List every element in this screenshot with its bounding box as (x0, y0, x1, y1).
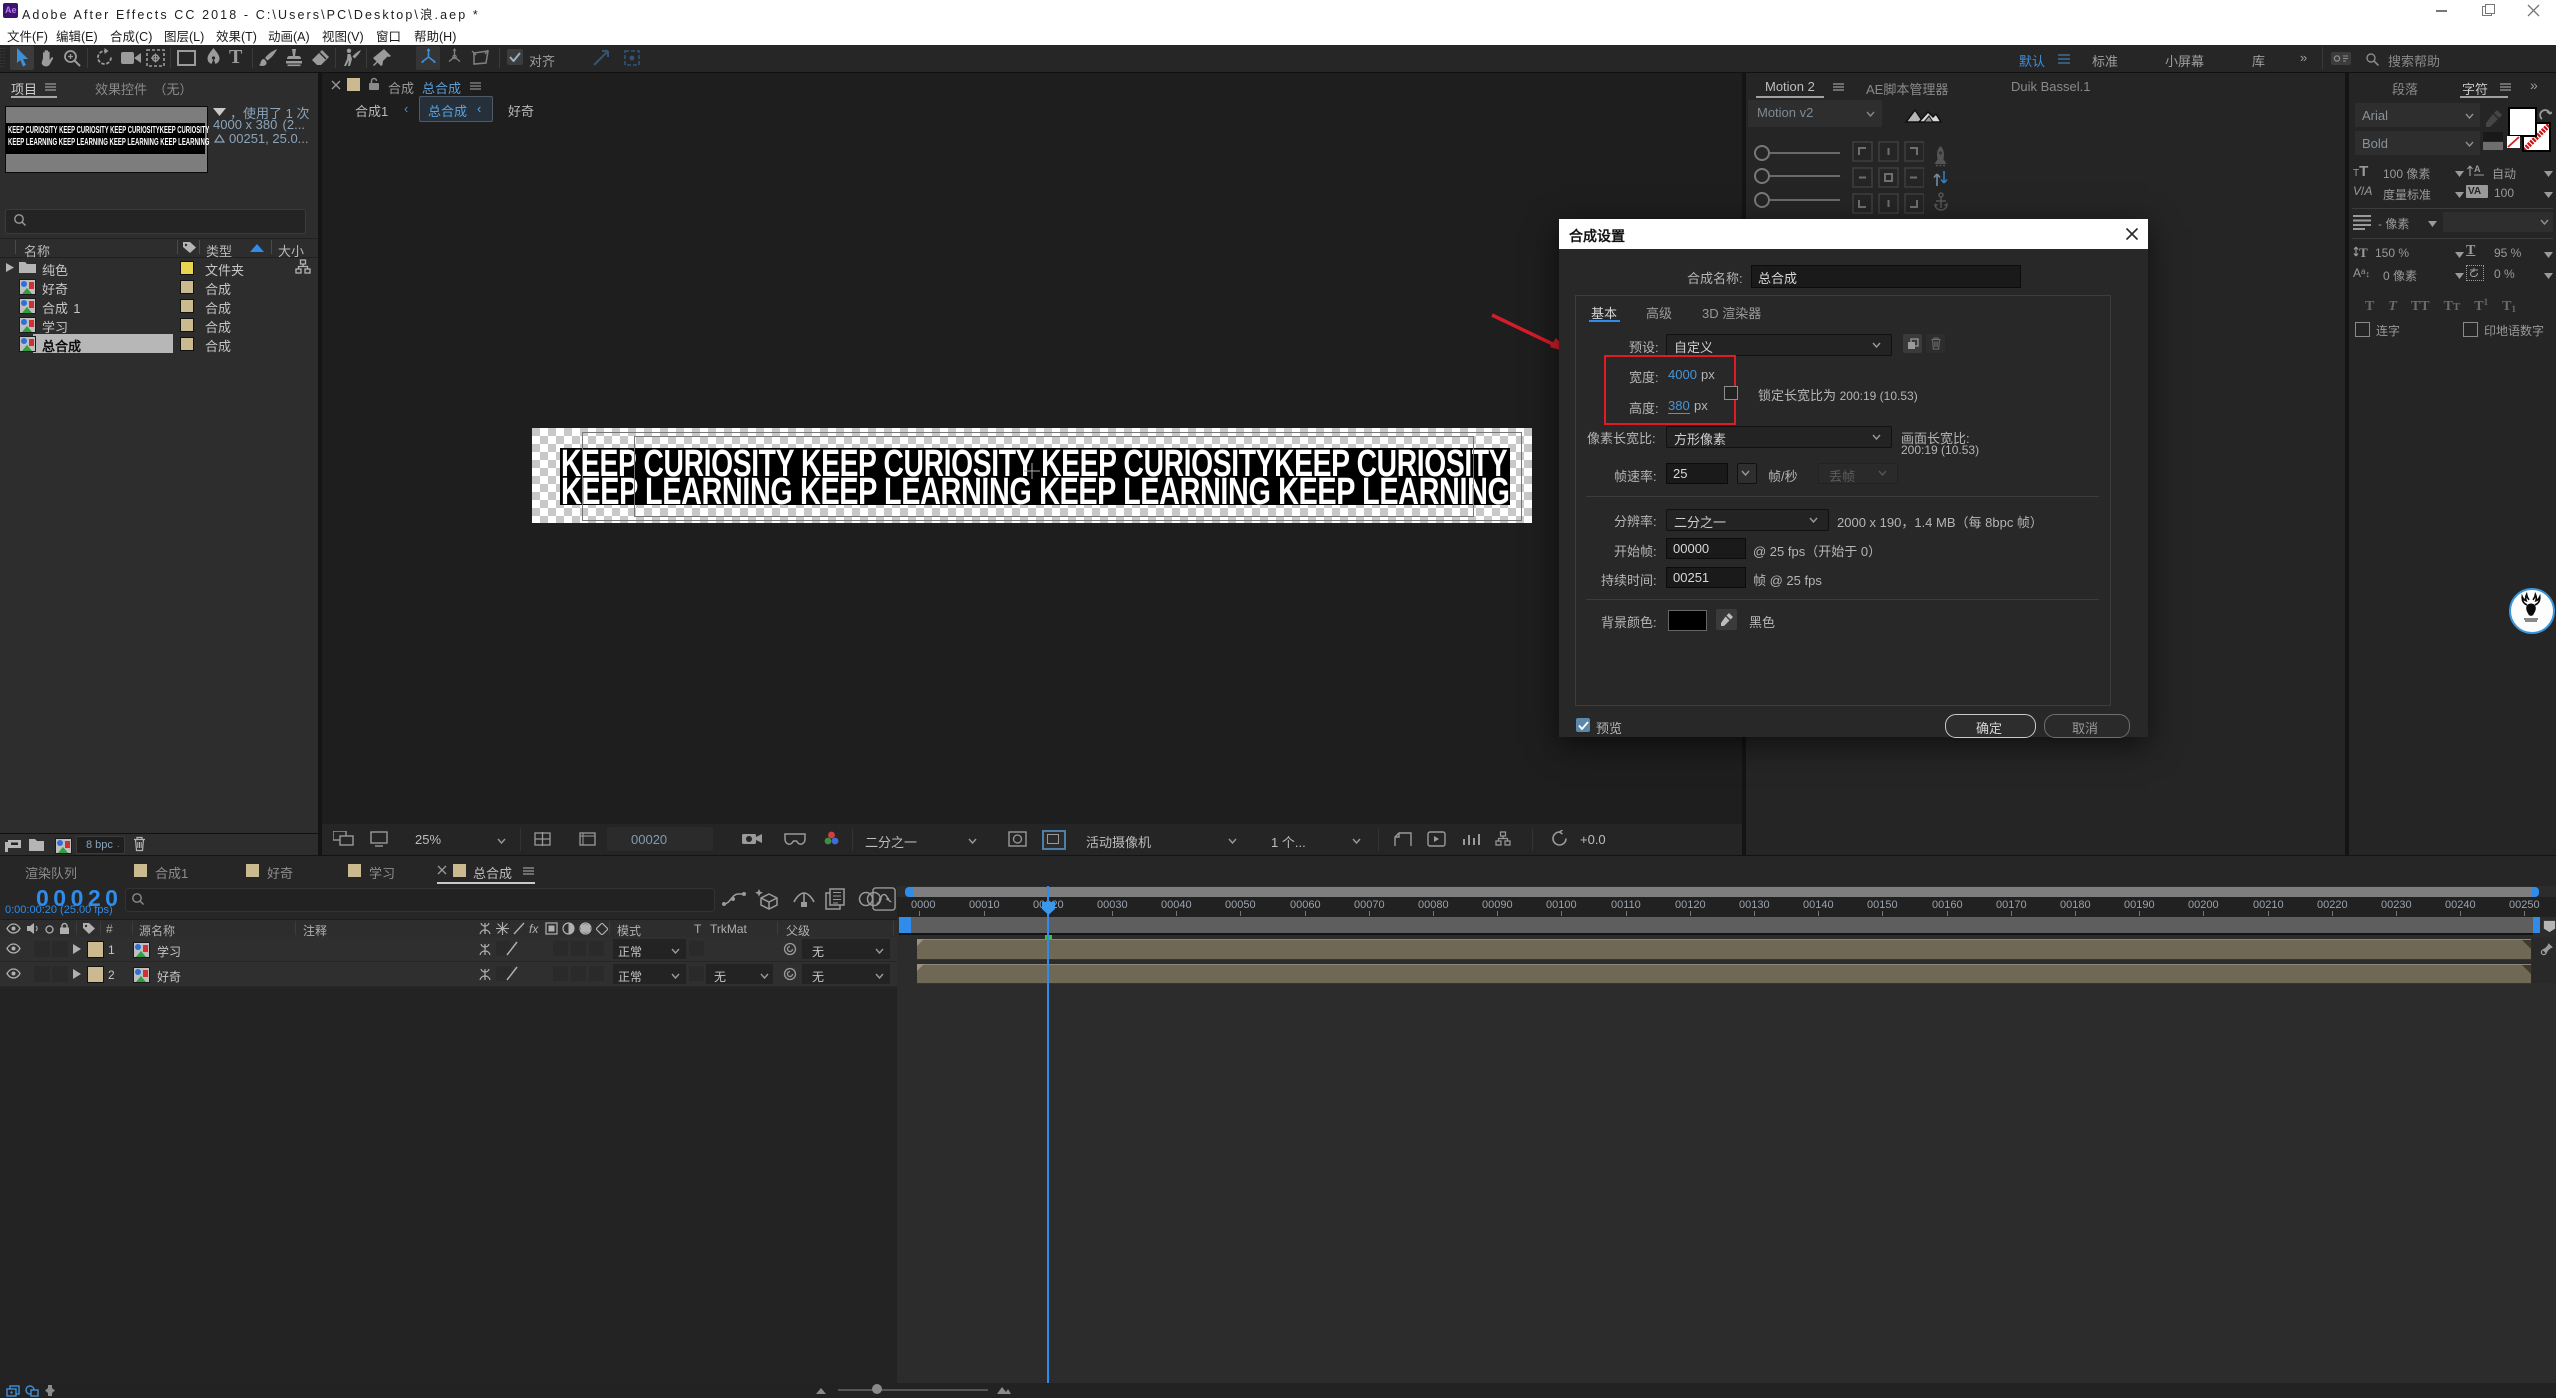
svg-text:T: T (2359, 245, 2368, 260)
svg-text:A: A (2474, 164, 2481, 174)
